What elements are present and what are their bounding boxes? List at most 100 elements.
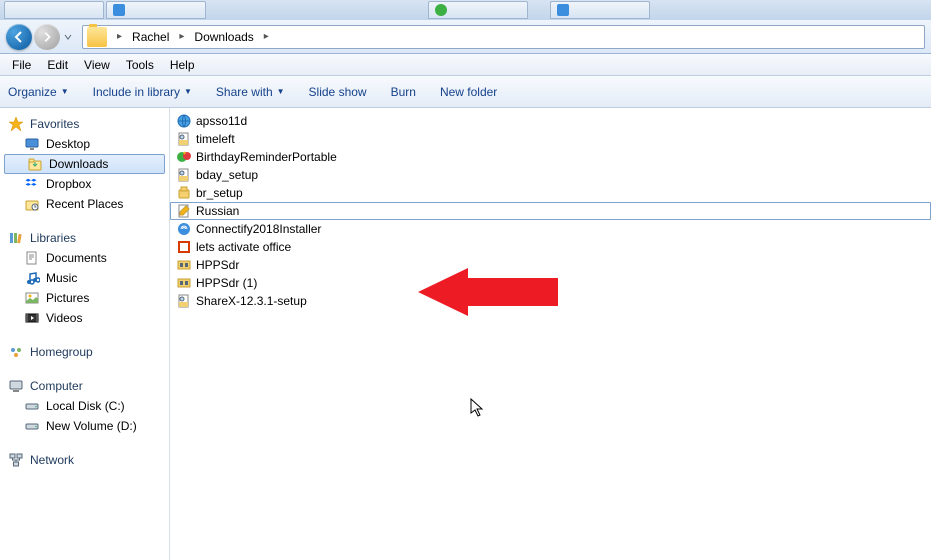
homegroup-section: Homegroup — [0, 342, 169, 362]
slideshow-button[interactable]: Slide show — [309, 85, 367, 99]
menu-file[interactable]: File — [4, 56, 39, 74]
sidebar-item-local-disk-c[interactable]: Local Disk (C:) — [0, 396, 169, 416]
file-name-label: bday_setup — [196, 168, 258, 182]
file-item[interactable]: Connectify2018Installer — [170, 220, 931, 238]
cake-icon — [176, 149, 192, 165]
sidebar-item-label: New Volume (D:) — [46, 419, 137, 433]
sidebar-item-desktop[interactable]: Desktop — [0, 134, 169, 154]
sidebar-item-pictures[interactable]: Pictures — [0, 288, 169, 308]
sidebar-item-dropbox[interactable]: Dropbox — [0, 174, 169, 194]
hp-icon — [176, 257, 192, 273]
libraries-label: Libraries — [30, 231, 76, 245]
browser-tab[interactable] — [4, 1, 104, 19]
toolbar: Organize▼ Include in library▼ Share with… — [0, 76, 931, 108]
file-name-label: ShareX-12.3.1-setup — [196, 294, 307, 308]
file-name-label: apsso11d — [196, 114, 247, 128]
homegroup-header[interactable]: Homegroup — [0, 342, 169, 362]
burn-button[interactable]: Burn — [391, 85, 416, 99]
organize-button[interactable]: Organize▼ — [8, 85, 69, 99]
menu-view[interactable]: View — [76, 56, 118, 74]
browser-tab[interactable] — [550, 1, 650, 19]
breadcrumb[interactable]: ▸ Rachel ▸ Downloads ▸ — [82, 25, 925, 49]
file-item[interactable]: BirthdayReminderPortable — [170, 148, 931, 166]
include-in-library-button[interactable]: Include in library▼ — [93, 85, 192, 99]
browser-tab[interactable] — [428, 1, 528, 19]
document-icon — [24, 250, 40, 266]
sidebar-item-label: Music — [46, 271, 77, 285]
sidebar-item-music[interactable]: Music — [0, 268, 169, 288]
file-item[interactable]: lets activate office — [170, 238, 931, 256]
sidebar-item-label: Recent Places — [46, 197, 123, 211]
file-item[interactable]: HPPSdr (1) — [170, 274, 931, 292]
file-name-label: timeleft — [196, 132, 235, 146]
history-dropdown[interactable] — [62, 25, 74, 49]
browser-tabs-bar — [0, 0, 931, 20]
file-item[interactable]: timeleft — [170, 130, 931, 148]
file-item[interactable]: ShareX-12.3.1-setup — [170, 292, 931, 310]
computer-header[interactable]: Computer — [0, 376, 169, 396]
edit-icon — [176, 203, 192, 219]
network-section: Network — [0, 450, 169, 470]
menu-help[interactable]: Help — [162, 56, 203, 74]
computer-icon — [8, 378, 24, 394]
main-area: Favorites Desktop Downloads Dropbox Rece… — [0, 108, 931, 560]
menu-tools[interactable]: Tools — [118, 56, 162, 74]
favicon-icon — [11, 4, 23, 16]
chevron-right-icon[interactable]: ▸ — [258, 31, 275, 42]
file-name-label: HPPSdr — [196, 258, 239, 272]
network-label: Network — [30, 453, 74, 467]
arrow-left-icon — [12, 30, 26, 44]
file-name-label: BirthdayReminderPortable — [196, 150, 337, 164]
chevron-right-icon[interactable]: ▸ — [111, 31, 128, 42]
drive-icon — [24, 398, 40, 414]
chevron-right-icon[interactable]: ▸ — [173, 31, 190, 42]
forward-button[interactable] — [34, 24, 60, 50]
sidebar-item-label: Downloads — [49, 157, 108, 171]
downloads-icon — [27, 156, 43, 172]
homegroup-icon — [8, 344, 24, 360]
sidebar-item-label: Local Disk (C:) — [46, 399, 125, 413]
chevron-down-icon: ▼ — [61, 87, 69, 96]
favicon-icon — [113, 4, 125, 16]
network-header[interactable]: Network — [0, 450, 169, 470]
desktop-icon — [24, 136, 40, 152]
file-name-label: lets activate office — [196, 240, 291, 254]
file-item[interactable]: HPPSdr — [170, 256, 931, 274]
file-item[interactable]: Russian — [170, 202, 931, 220]
recent-icon — [24, 196, 40, 212]
sidebar-item-downloads[interactable]: Downloads — [4, 154, 165, 174]
file-name-label: HPPSdr (1) — [196, 276, 257, 290]
file-item[interactable]: br_setup — [170, 184, 931, 202]
sidebar-item-recent-places[interactable]: Recent Places — [0, 194, 169, 214]
msi-icon — [176, 131, 192, 147]
sidebar-item-documents[interactable]: Documents — [0, 248, 169, 268]
globe-icon — [176, 113, 192, 129]
new-folder-button[interactable]: New folder — [440, 85, 497, 99]
favorites-header[interactable]: Favorites — [0, 114, 169, 134]
file-item[interactable]: bday_setup — [170, 166, 931, 184]
hp-icon — [176, 275, 192, 291]
file-item[interactable]: apsso11d — [170, 112, 931, 130]
mouse-cursor-icon — [470, 398, 486, 418]
back-button[interactable] — [6, 24, 32, 50]
folder-icon — [87, 27, 107, 47]
nav-bar: ▸ Rachel ▸ Downloads ▸ — [0, 20, 931, 54]
network-icon — [8, 452, 24, 468]
pictures-icon — [24, 290, 40, 306]
sidebar-item-label: Videos — [46, 311, 82, 325]
music-icon — [24, 270, 40, 286]
libraries-section: Libraries Documents Music Pictures Video… — [0, 228, 169, 328]
libraries-header[interactable]: Libraries — [0, 228, 169, 248]
connectify-icon — [176, 221, 192, 237]
breadcrumb-segment[interactable]: Rachel — [128, 30, 173, 44]
videos-icon — [24, 310, 40, 326]
sidebar-item-label: Desktop — [46, 137, 90, 151]
sidebar-item-new-volume-d[interactable]: New Volume (D:) — [0, 416, 169, 436]
browser-tab[interactable] — [106, 1, 206, 19]
sidebar-item-videos[interactable]: Videos — [0, 308, 169, 328]
share-with-button[interactable]: Share with▼ — [216, 85, 285, 99]
sidebar-item-label: Pictures — [46, 291, 89, 305]
breadcrumb-segment[interactable]: Downloads — [190, 30, 257, 44]
menu-edit[interactable]: Edit — [39, 56, 76, 74]
msi-icon — [176, 167, 192, 183]
